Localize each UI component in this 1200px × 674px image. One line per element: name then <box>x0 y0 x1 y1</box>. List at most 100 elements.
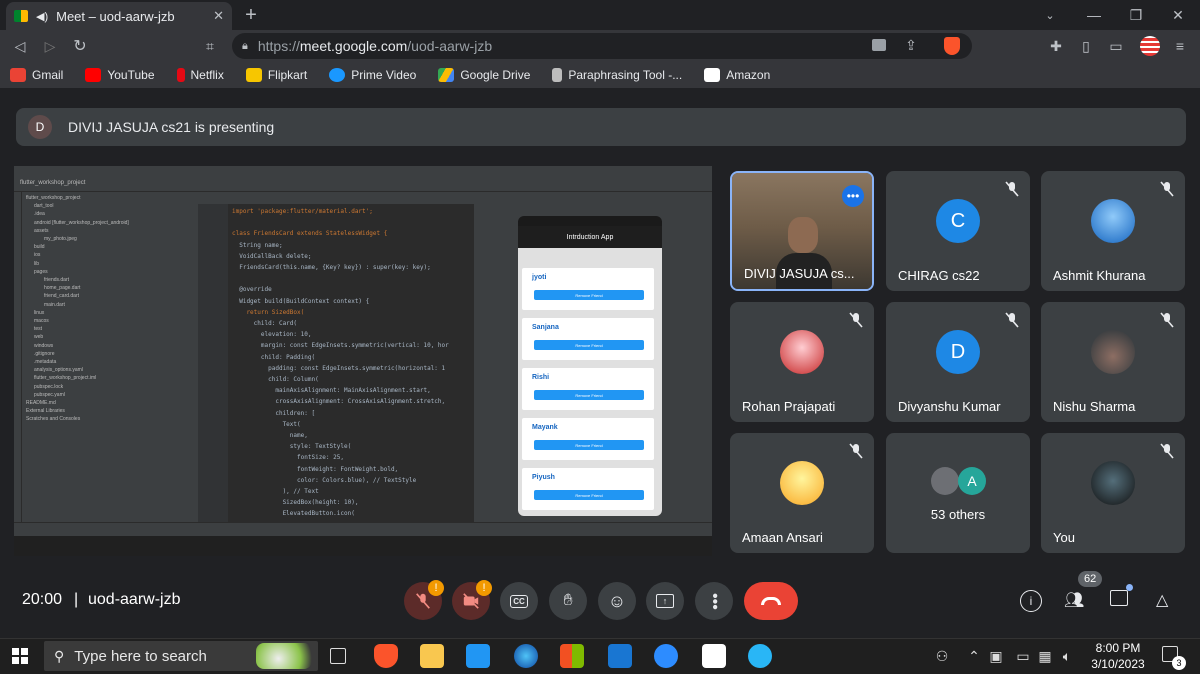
mic-off-icon <box>1005 181 1019 197</box>
captions-button[interactable]: CC <box>500 582 538 620</box>
battery-icon[interactable]: ▭ <box>1014 646 1032 666</box>
file-tree-item[interactable]: analysis_options.yaml <box>26 366 194 374</box>
windows-start-icon[interactable] <box>12 648 28 664</box>
tab-search-icon[interactable]: ⌄ <box>1040 5 1060 25</box>
clock-time[interactable]: 8:00 PM <box>1092 641 1144 655</box>
file-tree-item[interactable]: .gitignore <box>26 350 194 358</box>
network-icon[interactable]: ▦ <box>1036 646 1054 666</box>
taskbar-search-box[interactable]: ⚲ Type here to search <box>44 641 318 671</box>
participant-tile-self[interactable]: You <box>1041 433 1185 553</box>
people-tray-icon[interactable]: ⚇ <box>932 646 952 666</box>
close-window-icon[interactable]: ✕ <box>1168 5 1188 25</box>
camera-blocked-icon[interactable] <box>872 39 886 51</box>
file-tree-item[interactable]: pages <box>26 268 194 276</box>
participant-tile[interactable]: Amaan Ansari <box>730 433 874 553</box>
more-options-icon[interactable]: ••• <box>842 185 864 207</box>
more-options-button[interactable]: ••• <box>695 582 733 620</box>
others-tile[interactable]: A 53 others <box>886 433 1030 553</box>
tray-app-icon[interactable]: ▣ <box>988 646 1004 666</box>
file-tree-item[interactable]: windows <box>26 342 194 350</box>
new-tab-icon[interactable]: + <box>240 4 262 26</box>
file-explorer-icon[interactable] <box>420 644 444 668</box>
file-tree-item[interactable]: home_page.dart <box>26 284 194 292</box>
reload-icon[interactable]: ↻ <box>70 36 90 56</box>
file-tree-item[interactable]: .metadata <box>26 358 194 366</box>
friend-card: jyoti Remove Friend <box>522 268 654 310</box>
bookmark-netflix[interactable]: Netflix <box>176 68 224 82</box>
file-tree-item[interactable]: build <box>26 243 194 251</box>
wallet-icon[interactable]: ▭ <box>1106 36 1126 56</box>
file-tree-item[interactable]: External Libraries <box>26 407 194 415</box>
file-tree-item[interactable]: assets <box>26 227 194 235</box>
leave-call-button[interactable] <box>744 582 798 620</box>
show-hidden-icon[interactable]: ⌃ <box>966 646 982 666</box>
file-tree-item[interactable]: pubspec.lock <box>26 383 194 391</box>
zoom-icon[interactable] <box>654 644 678 668</box>
extensions-icon[interactable]: ✚ <box>1046 36 1066 56</box>
participant-tile[interactable]: C CHIRAG cs22 <box>886 171 1030 291</box>
file-tree-item[interactable]: flutter_workshop_project <box>26 194 194 202</box>
chat-button[interactable] <box>1110 590 1132 612</box>
clock-date[interactable]: 3/10/2023 <box>1088 657 1148 671</box>
file-tree-item[interactable]: pubspec.yaml <box>26 391 194 399</box>
file-tree-item[interactable]: dart_tool <box>26 202 194 210</box>
file-tree-item[interactable]: android [flutter_workshop_project_androi… <box>26 219 194 227</box>
participant-tile-presenter[interactable]: ••• DIVIJ JASUJA cs... <box>730 171 874 291</box>
bookmark-prime-video[interactable]: Prime Video <box>329 68 416 82</box>
raise-hand-button[interactable]: ✋︎ <box>549 582 587 620</box>
volume-icon[interactable]: 🔈︎ <box>1058 646 1076 666</box>
vscode-icon[interactable] <box>466 644 490 668</box>
file-tree-item[interactable]: lib <box>26 260 194 268</box>
file-tree-item[interactable]: friend_card.dart <box>26 292 194 300</box>
participant-tile[interactable]: Nishu Sharma <box>1041 302 1185 422</box>
reactions-button[interactable]: ☺ <box>598 582 636 620</box>
profile-avatar[interactable] <box>1140 36 1160 56</box>
minimize-icon[interactable]: — <box>1084 5 1104 25</box>
file-tree-item[interactable]: macos <box>26 317 194 325</box>
share-icon[interactable]: ⇪ <box>902 36 920 54</box>
menu-icon[interactable]: ≡ <box>1170 36 1190 56</box>
telegram-icon[interactable] <box>748 644 772 668</box>
brave-taskbar-icon[interactable] <box>374 644 398 668</box>
file-tree-item[interactable]: my_photo.jpeg <box>26 235 194 243</box>
file-tree-item[interactable]: Scratches and Consoles <box>26 415 194 423</box>
people-button[interactable]: 👥︎ <box>1064 590 1088 612</box>
activities-button[interactable]: △ <box>1156 590 1178 612</box>
bookmark-flipkart[interactable]: Flipkart <box>245 68 307 82</box>
meeting-details-button[interactable]: i <box>1020 590 1042 612</box>
file-tree-item[interactable]: linux <box>26 309 194 317</box>
participant-tile[interactable]: Ashmit Khurana <box>1041 171 1185 291</box>
close-tab-icon[interactable]: ✕ <box>213 8 224 24</box>
bookmark-paraphrasing-tool[interactable]: Paraphrasing Tool -... <box>552 68 682 82</box>
sidebar-icon[interactable]: ▯ <box>1076 36 1096 56</box>
forward-icon[interactable]: ▷ <box>40 36 60 56</box>
file-tree-item[interactable]: web <box>26 333 194 341</box>
bookmark-youtube[interactable]: YouTube <box>85 68 155 82</box>
file-tree-item[interactable]: flutter_workshop_project.iml <box>26 374 194 382</box>
file-tree-item[interactable]: ios <box>26 251 194 259</box>
back-icon[interactable]: ◁ <box>10 36 30 56</box>
mail-icon[interactable] <box>608 644 632 668</box>
bookmark-amazon[interactable]: Amazon <box>704 68 770 82</box>
bookmark-google-drive[interactable]: Google Drive <box>438 68 530 82</box>
shared-screen: flutter_workshop_project flutter_worksho… <box>14 166 712 556</box>
brave-shield-icon[interactable] <box>944 37 960 55</box>
bookmark-icon[interactable]: ⌗ <box>200 36 220 56</box>
participant-tile[interactable]: D Divyanshu Kumar <box>886 302 1030 422</box>
file-tree-item[interactable]: main.dart <box>26 301 194 309</box>
file-tree-item[interactable]: friends.dart <box>26 276 194 284</box>
address-bar[interactable]: 🔒︎ https://meet.google.com/uod-aarw-jzb … <box>232 33 972 59</box>
restore-icon[interactable]: ❐ <box>1126 5 1146 25</box>
file-tree-item[interactable]: .idea <box>26 210 194 218</box>
present-now-button[interactable]: ↑ <box>646 582 684 620</box>
browser-tab-meet[interactable]: ◀) Meet – uod-aarw-jzb ✕ <box>6 2 232 30</box>
edge-icon[interactable] <box>514 644 538 668</box>
code-line: Text( <box>232 420 301 428</box>
participant-tile[interactable]: Rohan Prajapati <box>730 302 874 422</box>
file-tree-item[interactable]: README.md <box>26 399 194 407</box>
store-icon[interactable] <box>560 644 584 668</box>
task-view-icon[interactable] <box>330 648 346 664</box>
stocks-icon[interactable] <box>702 644 726 668</box>
bookmark-gmail[interactable]: Gmail <box>10 68 63 82</box>
file-tree-item[interactable]: test <box>26 325 194 333</box>
